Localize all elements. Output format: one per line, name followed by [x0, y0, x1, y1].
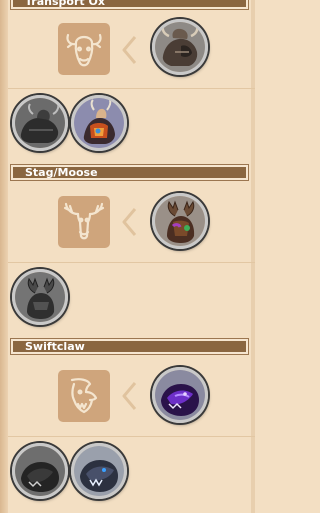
left-border	[0, 0, 8, 513]
section-divider	[8, 436, 255, 437]
transport-ox-dark-token-icon[interactable]	[12, 95, 68, 151]
chevron-left-icon	[122, 208, 137, 236]
swiftclaw-dark-token-icon[interactable]	[12, 443, 68, 499]
transport-ox-red-token-icon[interactable]	[71, 95, 127, 151]
moose-head-icon	[58, 196, 110, 248]
ox-head-icon	[58, 23, 110, 75]
section-header-swiftclaw: Swiftclaw	[11, 339, 248, 354]
stag-moose-dark-token-icon[interactable]	[12, 269, 68, 325]
swiftclaw-head-icon	[58, 370, 110, 422]
stag-moose-mount-icon[interactable]	[152, 193, 208, 249]
section-header-transport-ox: Transport Ox	[11, 0, 248, 9]
chevron-left-icon	[122, 36, 137, 64]
chevron-left-icon	[122, 382, 137, 410]
section-divider	[8, 262, 255, 263]
transport-ox-mount-icon[interactable]	[152, 19, 208, 75]
swiftclaw-purple-mount-icon[interactable]	[152, 367, 208, 423]
section-divider	[8, 88, 255, 89]
section-header-stag-moose: Stag/Moose	[11, 165, 248, 180]
swiftclaw-blue-token-icon[interactable]	[71, 443, 127, 499]
